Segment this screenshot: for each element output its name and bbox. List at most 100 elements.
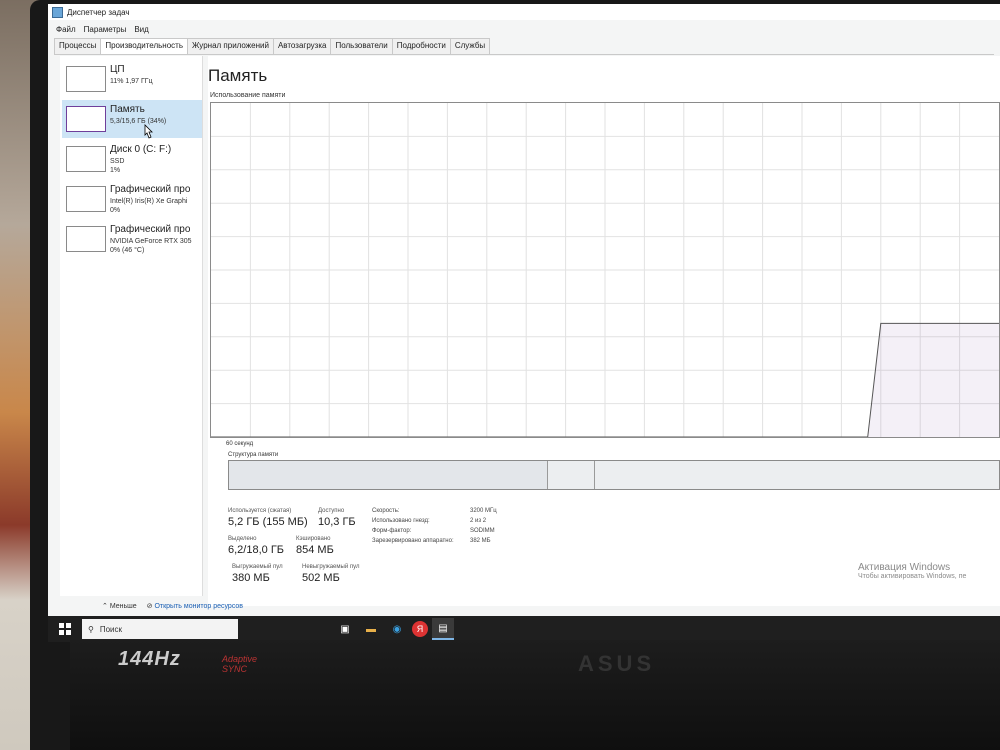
adaptive-sync-line1: Adaptive [222,654,258,664]
task-manager-icon [52,6,63,18]
yandex-browser-icon[interactable]: Я [412,621,428,637]
title-bar: Диспетчер задач [48,4,1000,20]
fewer-details-button[interactable]: ⌃ Меньше [102,602,137,610]
sidebar-item-name: Диск 0 (C: F:) [110,144,172,155]
spec-value: 382 МБ [470,538,491,544]
activation-title: Активация Windows [858,562,951,573]
sidebar-item-usage: 1% [110,167,121,174]
spec-value: 3200 МГц [470,508,497,514]
fewer-details-label: Меньше [109,603,137,610]
sidebar-item-name: Графический про [110,224,191,235]
structure-divider [594,461,595,489]
stat-label: Доступно [318,508,345,514]
spec-label: Форм-фактор: [372,528,412,534]
windows-activation-watermark: Активация Windows Чтобы активировать Win… [858,562,966,580]
activation-text: Чтобы активировать Windows, пе [858,573,967,580]
stat-nonpaged-pool: Невыгружаемый пул 502 МБ [302,564,359,584]
stat-cached: Кэшировано 854 МБ [296,536,334,556]
taskbar: ⚲ Поиск ▣ ▬ ◉ Я ▤ [48,616,1000,642]
tab-services[interactable]: Службы [449,38,491,54]
window-title: Диспетчер задач [67,7,130,17]
tab-app-history[interactable]: Журнал приложений [187,38,274,54]
laptop-base [70,640,1000,750]
spec-slots: Использовано гнезд: 2 из 2 [372,518,486,524]
sidebar-item-memory[interactable]: Память 5,3/15,6 ГБ (34%) [62,100,202,138]
sidebar-item-disk[interactable]: Диск 0 (C: F:) SSD 1% [62,140,202,178]
menu-file[interactable]: Файл [56,25,76,34]
stat-value: 854 МБ [296,544,334,556]
stat-label: Выделено [228,536,257,542]
tab-performance[interactable]: Производительность [100,38,188,54]
taskbar-search-box[interactable]: ⚲ Поиск [82,619,238,639]
edge-browser-icon[interactable]: ◉ [386,619,408,639]
spec-form-factor: Форм-фактор: SODIMM [372,528,495,534]
page-title: Память [208,66,268,85]
disk-thumbnail [66,146,106,172]
adaptive-sync-label: Adaptive SYNC [222,654,257,674]
sidebar-item-name: Память [110,104,145,115]
memory-structure-bar [228,460,1000,490]
menu-options[interactable]: Параметры [84,25,127,34]
refresh-rate-label: 144Hz [118,648,181,670]
spec-reserved: Зарезервировано аппаратно: 382 МБ [372,538,491,544]
asus-logo: ASUS [578,651,656,676]
sidebar-item-cpu[interactable]: ЦП 11% 1,97 ГГц [62,60,202,98]
spec-label: Использовано гнезд: [372,518,430,524]
tab-processes[interactable]: Процессы [54,38,102,54]
search-placeholder: Поиск [99,624,123,634]
memory-usage-chart [210,102,1000,438]
stat-label: Кэшировано [296,536,331,542]
tab-users[interactable]: Пользователи [330,38,393,54]
stat-value: 5,2 ГБ (155 МБ) [228,516,308,528]
sidebar-item-name: Графический про [110,184,191,195]
sidebar-item-detail: 5,3/15,6 ГБ (34%) [110,118,167,125]
sidebar-item-gpu-intel[interactable]: Графический про Intel(R) Iris(R) Xe Grap… [62,180,202,218]
stat-value: 502 МБ [302,572,340,584]
tab-details[interactable]: Подробности [391,38,451,54]
task-manager-taskbar-icon[interactable]: ▤ [432,618,454,640]
spec-value: 2 из 2 [470,518,487,524]
screen: Диспетчер задач Файл Параметры Вид Проце… [48,4,1000,642]
stat-value: 380 МБ [232,572,270,584]
stat-available: Доступно 10,3 ГБ [318,508,356,528]
chart-label: Использование памяти [210,92,286,99]
sidebar-item-gpu-nvidia[interactable]: Графический про NVIDIA GeForce RTX 305 0… [62,220,202,258]
sidebar-item-detail: 11% 1,97 ГГц [110,78,153,85]
performance-sidebar: ЦП 11% 1,97 ГГц Память 5,3/15,6 ГБ (34%)… [60,56,203,596]
memory-thumbnail [66,106,106,132]
stat-label: Выгружаемый пул [232,564,283,570]
stat-label: Используется (сжатая) [228,508,292,514]
spec-speed: Скорость: 3200 МГц [372,508,497,514]
menu-bar: Файл Параметры Вид [48,22,1000,36]
stat-committed: Выделено 6,2/18,0 ГБ [228,536,284,556]
stat-value: 10,3 ГБ [318,516,356,528]
tab-startup[interactable]: Автозагрузка [272,38,332,54]
footer: ⌃ Меньше ⊘ Открыть монитор ресурсов [102,602,243,610]
adaptive-sync-line2: SYNC [222,664,248,674]
cpu-thumbnail [66,66,106,92]
task-view-icon[interactable]: ▣ [334,619,356,639]
chart-axis-label: 60 секунд [226,441,254,447]
sidebar-item-usage: 0% [110,207,121,214]
gpu-thumbnail [66,226,106,252]
sidebar-item-usage: 0% (46 °C) [110,247,145,254]
stat-in-use: Используется (сжатая) 5,2 ГБ (155 МБ) [228,508,308,528]
sidebar-item-detail: SSD [110,158,125,165]
gpu-thumbnail [66,186,106,212]
sidebar-item-name: ЦП [110,64,125,75]
spec-label: Зарезервировано аппаратно: [372,538,454,544]
file-explorer-icon[interactable]: ▬ [360,619,382,639]
resource-monitor-label: Открыть монитор ресурсов [154,603,244,610]
stat-label: Невыгружаемый пул [302,564,360,570]
spec-label: Скорость: [372,508,400,514]
resource-monitor-link[interactable]: ⊘ Открыть монитор ресурсов [147,602,243,610]
structure-label: Структура памяти [228,452,279,458]
stat-paged-pool: Выгружаемый пул 380 МБ [232,564,283,584]
menu-view[interactable]: Вид [134,25,148,34]
stat-value: 6,2/18,0 ГБ [228,544,284,556]
spec-value: SODIMM [470,528,495,534]
sidebar-item-detail: Intel(R) Iris(R) Xe Graphi [110,198,188,205]
search-icon: ⚲ [88,624,94,634]
mouse-cursor-icon [144,124,153,139]
windows-start-icon[interactable] [52,616,78,642]
